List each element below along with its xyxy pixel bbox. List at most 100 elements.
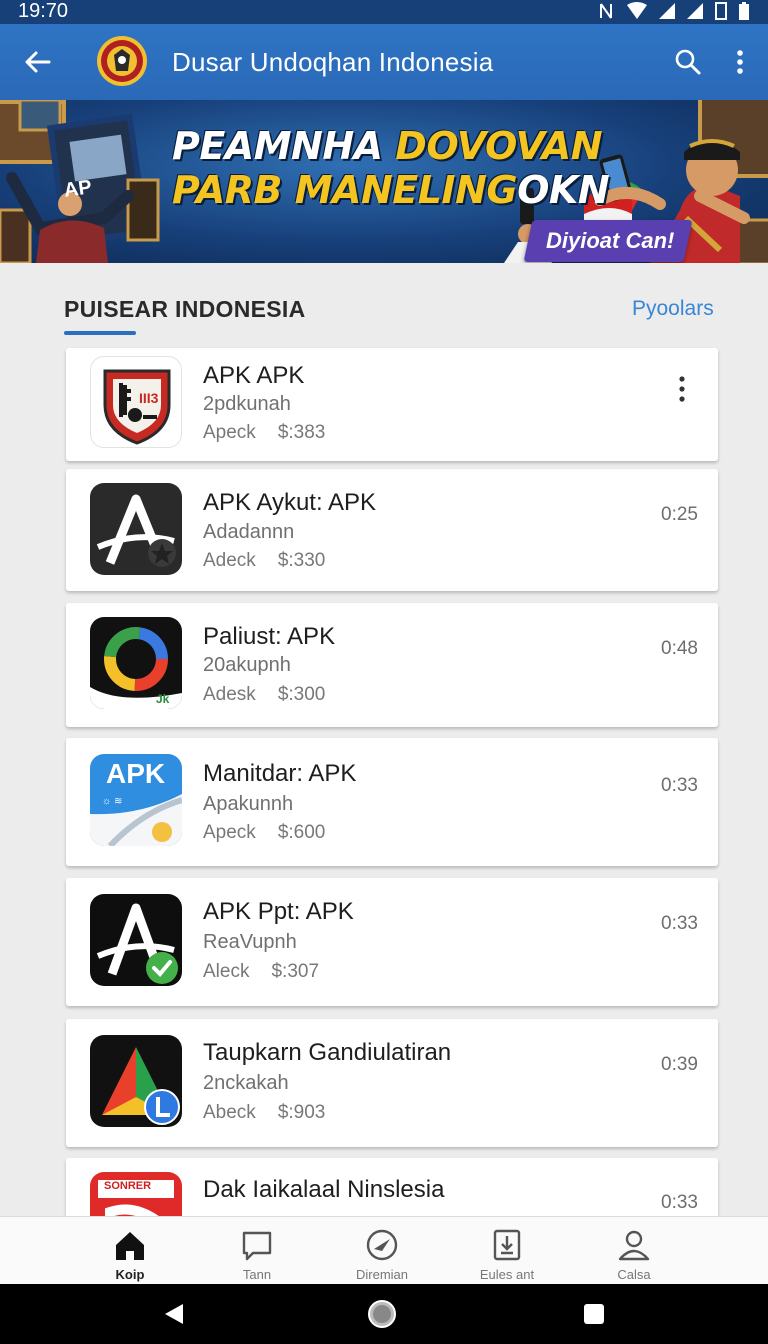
apk-icon-label: APK [106, 758, 166, 789]
app-meta-label: Aleck [203, 961, 250, 982]
app-list-item[interactable]: Jk Paliust: APK 20akupnh Adesk $:300 0:4… [66, 603, 718, 727]
app-list-item[interactable]: SONRER Dak Iaikalaal Ninslesia 0:33 [66, 1158, 718, 1216]
status-bar: 19:70 [0, 0, 768, 24]
app-list-item[interactable]: ☼ ≋ APK Manitdar: APK Apakunnh Apeck $:6… [66, 738, 718, 866]
section-underline [64, 331, 136, 335]
status-icons [598, 2, 750, 20]
shield-crest-icon: III3 [90, 356, 182, 448]
app-subtitle: 2pdkunah [203, 393, 291, 415]
promo-banner[interactable]: PEAMNHA DOVOVAN PARB MANELINGOKN AP Diyi… [0, 100, 768, 263]
search-button[interactable] [668, 42, 708, 82]
svg-text:☼ ≋: ☼ ≋ [102, 796, 122, 807]
app-name: APK Ppt: APK [203, 898, 354, 925]
red-banner-icon: SONRER [90, 1172, 182, 1216]
app-title: Dusar Undoqhan Indonesia [172, 47, 494, 77]
app-meta-label: Apeck [203, 422, 256, 443]
system-home-button[interactable] [364, 1296, 400, 1332]
nav-item-downloads[interactable]: Eules ant [452, 1217, 562, 1285]
triangle-l-icon [90, 1035, 182, 1127]
nav-label: Koip [115, 1267, 145, 1282]
bottom-navigation: Koip Tann Diremian Eules ant Calsa [0, 1216, 768, 1284]
profile-icon [618, 1230, 650, 1261]
nfc-icon [600, 3, 612, 19]
more-vertical-icon [679, 376, 685, 402]
app-subtitle: Apakunnh [203, 793, 294, 815]
app-duration: 0:25 [661, 504, 698, 525]
banner-headline-part: PEAMNHA [172, 124, 396, 168]
banner-headline-part: OKN [517, 168, 610, 212]
banner-headline-line-2: PARB MANELINGOKN [172, 168, 610, 212]
red-icon-label: SONRER [104, 1180, 152, 1192]
app-name: Paliust: APK [203, 623, 336, 650]
app-list-item[interactable]: III3 APK APK 2pdkunah Apeck $:383 [66, 348, 718, 461]
app-meta-value: $:600 [277, 822, 326, 843]
arrow-left-icon [25, 51, 51, 73]
banner-headline-part: PARB MANELING [172, 168, 518, 212]
nav-label: Eules ant [479, 1267, 535, 1282]
app-meta: Adeck $:330 [203, 550, 325, 572]
app-duration: 0:33 [661, 775, 698, 796]
more-vertical-icon [737, 50, 743, 74]
nav-item-chat[interactable]: Tann [202, 1217, 312, 1285]
system-navigation-bar [0, 1284, 768, 1344]
app-meta-value: $:330 [277, 550, 326, 571]
banner-headline-line-1: PEAMNHA DOVOVAN [172, 124, 609, 168]
app-subtitle: 20akupnh [203, 654, 291, 676]
signal-2-icon [687, 3, 703, 19]
app-list-item[interactable]: Taupkarn Gandiulatiran 2nckakah Abeck $:… [66, 1019, 718, 1147]
battery-icon [739, 2, 749, 20]
sim-icon [715, 2, 727, 20]
banner-frame-label: AP [62, 176, 94, 202]
search-icon [675, 49, 701, 75]
app-meta-label: Adeck [203, 550, 256, 571]
app-logo [97, 36, 147, 86]
app-list-item[interactable]: APK Ppt: APK ReaVupnh Aleck $:307 0:33 [66, 878, 718, 1006]
app-name: Manitdar: APK [203, 760, 357, 787]
section-see-more-link[interactable]: Pyoolars [632, 297, 714, 321]
compass-icon [366, 1229, 398, 1261]
apk-blue-icon: ☼ ≋ APK [90, 754, 182, 846]
system-back-button[interactable] [156, 1296, 192, 1332]
app-name: Dak Iaikalaal Ninslesia [203, 1176, 445, 1203]
signal-icon [659, 3, 675, 19]
section-title: PUISEAR INDONESIA [64, 296, 306, 322]
item-overflow-button[interactable] [672, 374, 692, 404]
app-meta: Abeck $:903 [203, 1102, 325, 1124]
app-bar: Dusar Undoqhan Indonesia [0, 24, 768, 100]
triangle-back-icon [165, 1304, 183, 1324]
overflow-menu-button[interactable] [722, 42, 758, 82]
color-ring-icon: Jk [90, 617, 182, 709]
system-recents-button[interactable] [576, 1296, 612, 1332]
app-duration: 0:33 [661, 1192, 698, 1213]
chat-icon [242, 1231, 272, 1261]
wifi-icon [627, 2, 647, 19]
nav-item-home[interactable]: Koip [75, 1217, 185, 1285]
banner-cta-button[interactable]: Diyioat Can! [546, 228, 674, 254]
app-name: APK APK [203, 362, 305, 389]
status-time: 19:70 [18, 0, 69, 22]
banner-headline-part: DOVOVAN [395, 124, 603, 168]
app-meta-label: Adesk [203, 684, 256, 705]
app-subtitle: 2nckakah [203, 1072, 289, 1094]
square-recents-icon [584, 1304, 604, 1324]
download-icon [493, 1229, 521, 1261]
app-subtitle: ReaVupnh [203, 931, 297, 953]
app-list-item[interactable]: APK Aykut: APK Adadannn Adeck $:330 0:25 [66, 469, 718, 591]
app-duration: 0:33 [661, 913, 698, 934]
app-meta: Adesk $:300 [203, 684, 325, 706]
nav-label: Calsa [617, 1267, 651, 1282]
back-button[interactable] [18, 42, 58, 82]
app-meta-value: $:307 [271, 961, 320, 982]
svg-text:III3: III3 [139, 390, 159, 406]
app-meta-label: Abeck [203, 1102, 256, 1123]
nav-item-explore[interactable]: Diremian [327, 1217, 437, 1285]
nav-label: Diremian [355, 1267, 408, 1282]
app-meta: Aleck $:307 [203, 961, 319, 983]
app-name: Taupkarn Gandiulatiran [203, 1039, 452, 1066]
nav-item-profile[interactable]: Calsa [579, 1217, 689, 1285]
app-duration: 0:39 [661, 1054, 698, 1075]
app-meta: Apeck $:600 [203, 822, 325, 844]
app-meta-value: $:903 [277, 1102, 326, 1123]
app-meta-value: $:300 [277, 684, 326, 705]
letter-a-dark-icon [90, 483, 182, 575]
